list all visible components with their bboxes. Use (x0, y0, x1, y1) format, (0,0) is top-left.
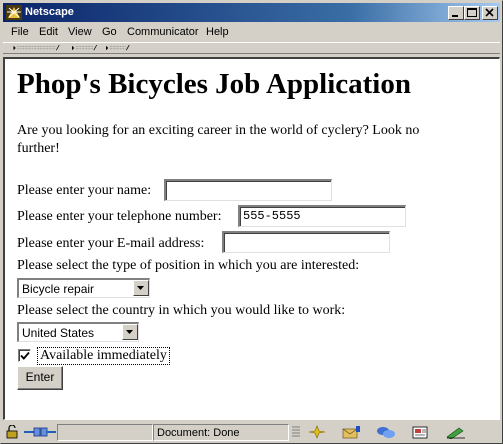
page-content: Phop's Bicycles Job Application Are you … (3, 57, 500, 420)
menu-view[interactable]: View (68, 26, 92, 38)
position-dropdown-button[interactable] (133, 280, 149, 296)
mail-icon[interactable] (341, 425, 363, 439)
address-book-icon[interactable] (445, 425, 467, 439)
minimize-button[interactable] (448, 6, 464, 20)
component-bar-navigator-icon[interactable] (307, 425, 327, 439)
page-heading: Phop's Bicycles Job Application (17, 68, 411, 100)
close-button[interactable] (482, 6, 498, 20)
menu-communicator[interactable]: Communicator (127, 26, 199, 38)
toolbar-grip-personal[interactable] (101, 45, 135, 51)
name-field[interactable] (164, 179, 332, 201)
menu-file[interactable]: File (11, 26, 29, 38)
maximize-button[interactable] (464, 6, 480, 20)
country-label: Please select the country in which you w… (17, 303, 346, 318)
position-label: Please select the type of position in wh… (17, 258, 360, 273)
window-title: Netscape (25, 6, 74, 18)
close-icon (485, 8, 494, 17)
component-bar-grip-icon[interactable] (291, 425, 301, 439)
country-dropdown-button[interactable] (122, 324, 138, 340)
composer-icon[interactable] (411, 425, 433, 439)
menu-help[interactable]: Help (206, 26, 229, 38)
available-checkbox[interactable] (18, 349, 31, 362)
online-plug-icon[interactable] (23, 425, 57, 439)
enter-button[interactable]: Enter (17, 366, 63, 390)
maximize-icon (467, 8, 477, 17)
status-text-cell: Document: Done (153, 424, 289, 441)
minimize-icon (452, 15, 458, 17)
name-label: Please enter your name: (17, 183, 152, 198)
country-select[interactable]: United States (17, 322, 139, 342)
security-lock-icon[interactable] (6, 425, 22, 439)
discussion-icon[interactable] (375, 425, 397, 439)
available-label[interactable]: Available immediately (37, 347, 170, 365)
position-selected-value: Bicycle repair (22, 282, 95, 296)
toolbar-grip-navigation[interactable] (5, 45, 67, 51)
status-bar: Document: Done (3, 422, 500, 442)
phone-label: Please enter your telephone number: (17, 209, 222, 224)
intro-text: Are you looking for an exciting career i… (17, 123, 420, 156)
toolbar-grip-location[interactable] (67, 45, 101, 51)
browser-window: Netscape File Edit View Go Communicator … (0, 0, 503, 444)
email-label: Please enter your E-mail address: (17, 236, 205, 251)
position-select[interactable]: Bicycle repair (17, 278, 150, 298)
country-selected-value: United States (22, 326, 95, 340)
phone-field[interactable]: 555-5555 (238, 205, 406, 227)
collapsed-toolbars (3, 42, 500, 54)
title-bar[interactable]: Netscape (3, 3, 500, 22)
chevron-down-icon (137, 286, 144, 290)
netscape-logo-icon (6, 5, 22, 20)
email-field[interactable] (222, 231, 390, 253)
menu-go[interactable]: Go (102, 26, 117, 38)
chevron-down-icon (126, 330, 133, 334)
checkmark-icon (20, 351, 30, 360)
menu-edit[interactable]: Edit (39, 26, 58, 38)
status-text: Document: Done (157, 427, 240, 439)
menu-bar: File Edit View Go Communicator Help (3, 23, 500, 42)
status-progress-cell (57, 424, 153, 441)
